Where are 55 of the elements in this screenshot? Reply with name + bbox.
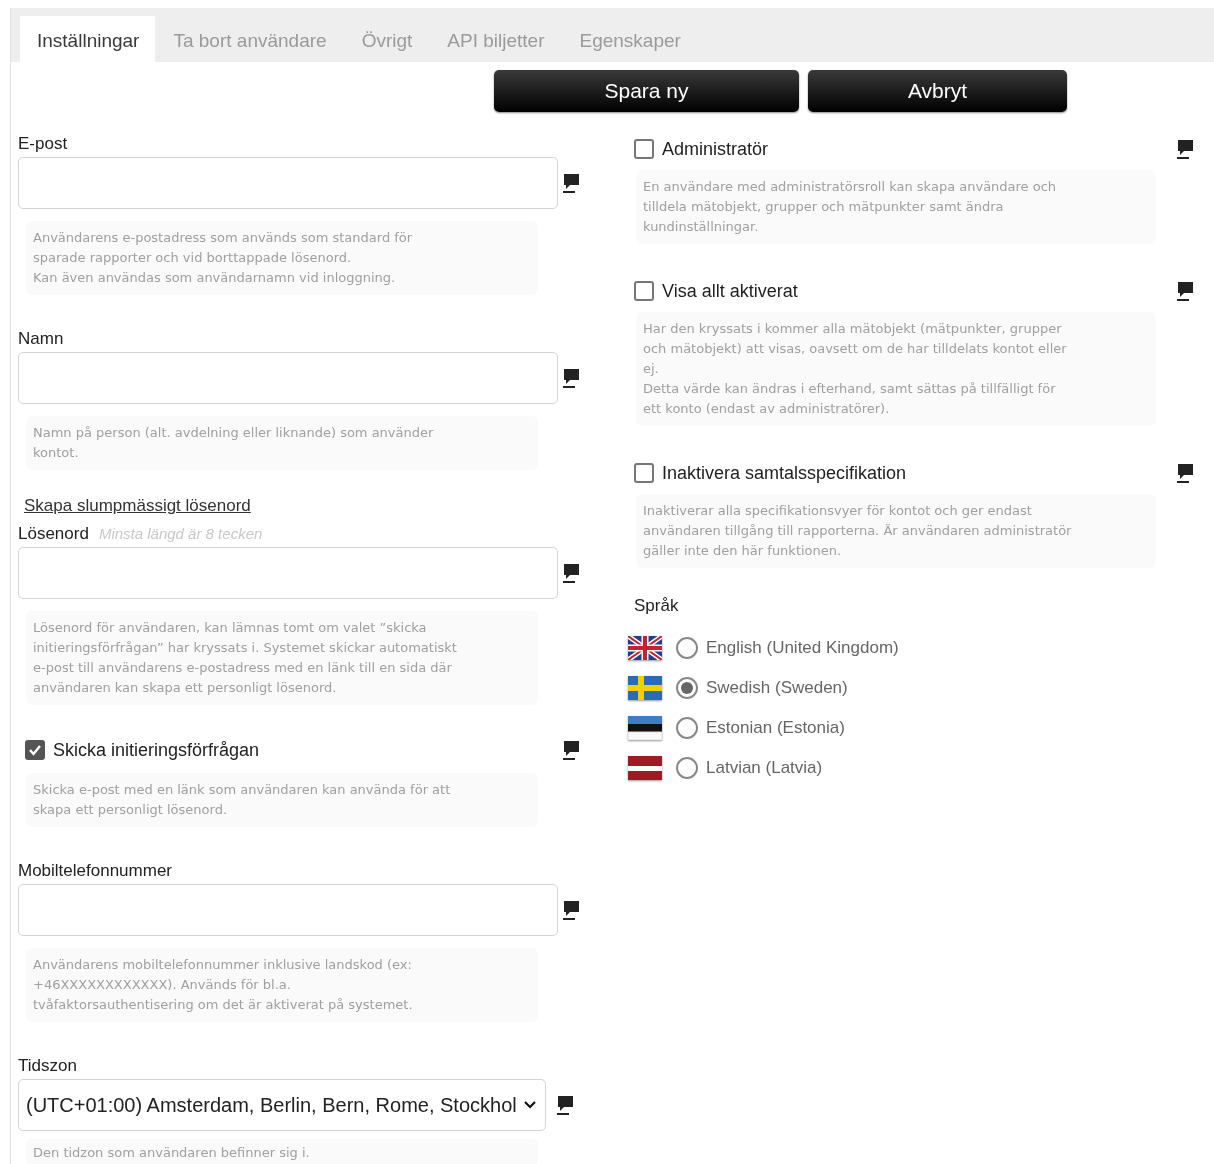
tab[interactable]: Inställningar <box>20 16 156 62</box>
checkbox-label: Visa allt aktiverat <box>662 280 798 302</box>
checkbox[interactable] <box>634 139 654 159</box>
comment-icon <box>562 172 580 194</box>
help-text: Användarens e-postadress som används som standard för sparade rapporter och vid borttappade lösenord. Kan även användas som användarnamn vid inloggning. <box>26 221 538 295</box>
radio-label: Swedish (Sweden) <box>706 678 848 698</box>
radio-label: English (United Kingdom) <box>706 638 899 658</box>
timezone-select[interactable]: (UTC+01:00) Amsterdam, Berlin, Bern, Rome, Stockhol <box>18 1079 546 1131</box>
checkbox[interactable] <box>634 281 654 301</box>
help-text: Användarens mobiltelefonnummer inklusive landskod (ex: +46XXXXXXXXXXXX). Används för bl.a. tvåfaktorsauthentisering om det är aktiverat på systemet. <box>26 948 538 1022</box>
checkbox-label: Inaktivera samtalsspecifikation <box>662 462 907 484</box>
sweden-flag-icon <box>628 676 662 700</box>
help-text: Den tidzon som användaren befinner sig i. <box>26 1139 538 1164</box>
checkbox[interactable] <box>634 463 654 483</box>
checkbox-label: Skicka initieringsförfrågan <box>53 739 260 761</box>
radio-button[interactable] <box>676 757 698 779</box>
uk-flag-icon <box>628 636 662 660</box>
chevron-down-icon <box>523 1100 537 1110</box>
check-icon <box>28 743 42 757</box>
radio-button[interactable] <box>676 717 698 739</box>
field-label: Mobiltelefonnummer <box>18 861 172 881</box>
estonia-flag-icon <box>628 716 662 740</box>
help-text: Namn på person (alt. avdelning eller liknande) som använder kontot. <box>26 416 538 470</box>
field-label: Lösenord <box>18 524 89 544</box>
comment-icon <box>562 367 580 389</box>
checkbox-label: Administratör <box>662 138 769 160</box>
field-label: Språk <box>634 596 680 616</box>
comment-icon <box>556 1094 574 1116</box>
field-label: Namn <box>18 329 64 349</box>
comment-icon <box>1176 462 1194 484</box>
comment-icon <box>562 899 580 921</box>
generate-password-link[interactable]: Skapa slumpmässigt lösenord <box>24 496 251 516</box>
checkbox[interactable] <box>25 740 45 760</box>
comment-icon <box>1176 138 1194 160</box>
radio-label: Latvian (Latvia) <box>706 758 823 778</box>
latvia-flag-icon <box>628 756 662 780</box>
cancel-button[interactable]: Avbryt <box>808 70 1067 112</box>
radio-button[interactable] <box>676 677 698 699</box>
radio-label: Estonian (Estonia) <box>706 718 845 738</box>
comment-icon <box>1176 280 1194 302</box>
help-text: Skicka e-post med en länk som användaren kan använda för att skapa ett personligt lösenord. <box>26 773 538 827</box>
field-label: Tidszon <box>18 1056 77 1076</box>
comment-icon <box>562 562 580 584</box>
help-text: Har den kryssats i kommer alla mätobjekt (mätpunkter, grupper och mätobjekt) att visas, oavsett om de har tilldelats kontot eller ej. Detta värde kan ändras i efterhand, samt sättas på tillfälligt för ett konto (endast av administratörer). <box>636 312 1156 426</box>
input-field[interactable] <box>18 352 558 404</box>
input-field[interactable] <box>18 547 558 599</box>
help-text: Lösenord för användaren, kan lämnas tomt om valet ”skicka initieringsförfrågan” har kryssats i. Systemet skickar automatiskt e-post till användarens e-postadress med en länk till en sida där användaren kan skapa ett personligt lösenord. <box>26 611 538 705</box>
radio-button[interactable] <box>676 637 698 659</box>
input-field[interactable] <box>18 884 558 936</box>
help-text: En användare med administratörsroll kan skapa användare och tilldela mätobjekt, grupper och mätpunkter samt ändra kundinställningar. <box>636 170 1156 244</box>
save-new-button[interactable]: Spara ny <box>494 70 799 112</box>
help-text: Inaktiverar alla specifikationsvyer för kontot och ger endast användaren tillgång till rapporterna. Är användaren administratör gäller inte den här funktionen. <box>636 494 1156 568</box>
input-field[interactable] <box>18 157 558 209</box>
field-label: E-post <box>18 134 68 154</box>
comment-icon <box>562 739 580 761</box>
